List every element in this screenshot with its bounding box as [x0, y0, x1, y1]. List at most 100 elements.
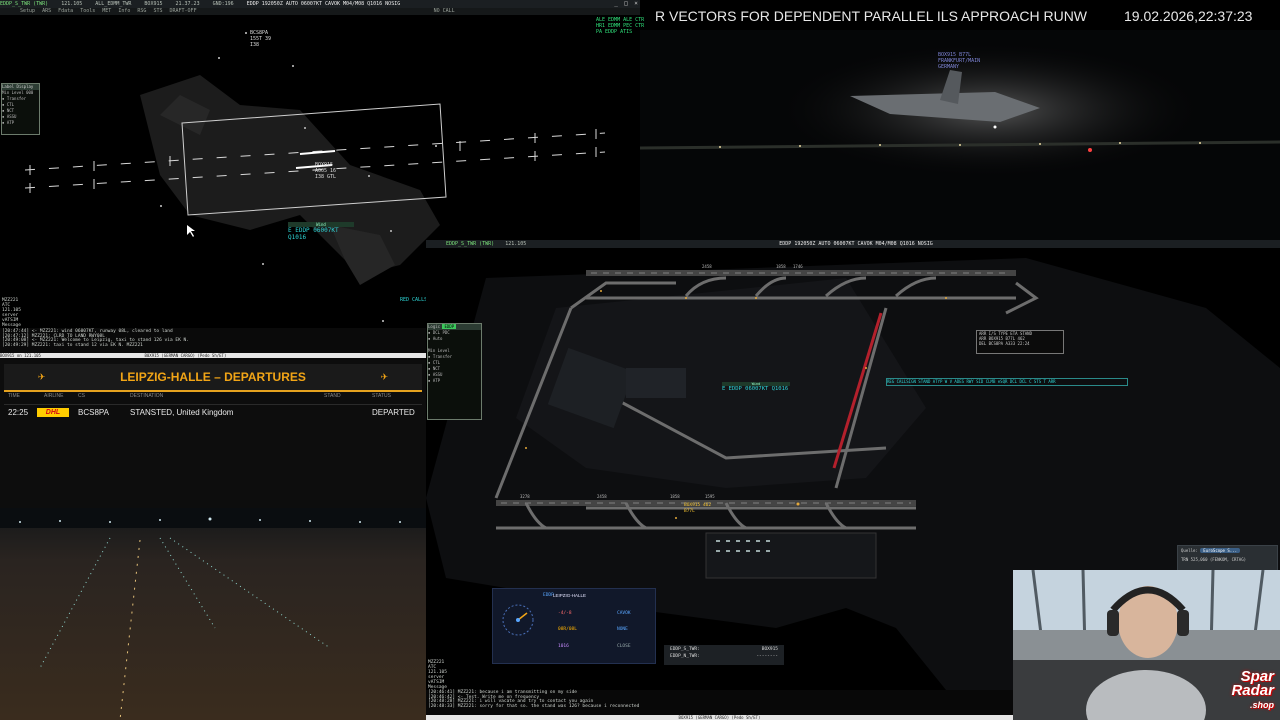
filter-label: NCT: [6, 108, 15, 113]
message-log-left: [20:47:44] <- MZZ221: wind 06007KT, runw…: [0, 328, 426, 360]
col-airline: AIRLINE: [44, 393, 64, 399]
ground-freq: 121.105: [505, 241, 527, 247]
logic-label: Min Level: [428, 348, 450, 353]
menu-ars[interactable]: ARS: [42, 8, 51, 14]
menu-fdata[interactable]: Fdata: [58, 8, 73, 14]
maximize-icon[interactable]: □: [622, 0, 630, 8]
message-line: [20:48:33] MZZ221: sorry for that so. th…: [428, 703, 640, 709]
source-label: Quelle:: [1181, 548, 1198, 553]
status-value: --------: [756, 654, 778, 659]
ops-visibility: CAVOK: [617, 611, 631, 616]
time-readout: 21.37.23: [175, 1, 200, 7]
metar-readout: EDDP 192050Z AUTO 06007KT CAVOK M04/M08 …: [246, 1, 401, 7]
frequency: 121.105: [61, 1, 83, 7]
message-line: [20:49:29] MZZ221: taxi to stand 12 via …: [2, 343, 143, 349]
airport-ops-panel: EDDP LEIPZIG-HALLE -4/-8 08R/08L 1016 CA…: [492, 588, 656, 664]
aircraft-type: B77L: [684, 509, 695, 514]
flight-strip-bay[interactable]: ARR I/S TYPE ETA STAND ARR BOX915 B77L 4…: [976, 330, 1064, 354]
filter-label: CTL: [6, 102, 15, 107]
filter-label: ATP: [6, 120, 15, 125]
close-icon[interactable]: ×: [632, 0, 640, 8]
video-aircraft-tag: BOX915 B77L FRANKFURT/MAIN GERMANY: [938, 52, 980, 70]
menu-info[interactable]: Info: [118, 8, 130, 14]
logic-label: ATP: [432, 378, 441, 383]
rwy-dist-label: 1595: [705, 494, 715, 499]
atc-info-left: MZZ221 ATC 121.105 server vATSIM Message: [2, 298, 21, 328]
rwy-dist-label: 2458: [702, 264, 712, 269]
ground-aircraft-label[interactable]: BOX915 462 B77L: [684, 503, 711, 515]
ops-qnh: 1016: [558, 644, 569, 649]
metar-text: E EDDP 06007KT Q1016: [722, 386, 789, 392]
label-display-panel: Label Display Min Level 000 ▪ Transfer ▪…: [1, 83, 40, 135]
runway-camera: [0, 508, 426, 720]
news-ticker: R VECTORS FOR DEPENDENT PARALLEL ILS APP…: [655, 8, 1088, 24]
ground-metar: EDDP 192050Z AUTO 06007KT CAVOK M04/M08 …: [779, 241, 933, 247]
logic-label: CTL: [432, 360, 441, 365]
filter-label: ASSU: [6, 114, 17, 119]
logic-item-atp[interactable]: ▪ ATP: [428, 378, 481, 384]
rwy-dist-label: 1858: [776, 264, 786, 269]
no-call[interactable]: NO CALL: [434, 8, 455, 14]
dep-status: DEPARTED: [372, 408, 415, 417]
watermark-line: .shop: [1250, 700, 1274, 710]
menu-sts[interactable]: STS: [153, 8, 162, 14]
minimize-icon[interactable]: _: [612, 0, 620, 8]
wind-dial-icon: [502, 604, 534, 636]
logic-label: DCL PDC: [432, 330, 450, 335]
date-clock: 19.02.2026,22:37:23: [1124, 8, 1253, 24]
divider: [4, 404, 422, 405]
atis-station: ALL_EDMM_TWR: [95, 1, 132, 7]
departures-board: ✈ LEIPZIG-HALLE – DEPARTURES ✈ TIME AIRL…: [0, 360, 426, 508]
red-calls-left[interactable]: RED CALLS: [400, 297, 427, 303]
radar-menu-bar: Setup ARS Fdata Tools MET Info RSG STS D…: [0, 8, 640, 15]
ground-sector[interactable]: EDDP_S_TWR (TWR): [446, 241, 494, 247]
radar-top-bar: EDDP_S_TWR (TWR) 121.105 ALL_EDMM_TWR BO…: [0, 0, 640, 8]
selected-aircraft[interactable]: BOX915: [144, 1, 162, 7]
message-log-bottom: [20:46:41] MZZ221: because i am transmit…: [426, 690, 1013, 720]
dep-destination: STANSTED, United Kingdom: [130, 408, 234, 417]
menu-setup[interactable]: Setup: [20, 8, 35, 14]
col-stand: STAND: [324, 393, 341, 399]
status-label: EDDP_N_TWR:: [670, 654, 700, 659]
sector-name[interactable]: EDDP_S_TWR (TWR): [0, 1, 48, 7]
menu-met[interactable]: MET: [102, 8, 111, 14]
strip-row[interactable]: DEL BCS8PA A333 22:24: [977, 341, 1063, 346]
logic-label: Transfer: [432, 354, 453, 359]
dep-time: 22:25: [8, 408, 29, 417]
logic-item-auto[interactable]: ▪ Auto: [428, 336, 481, 342]
source-box: Quelle: EuroScope S... TRN 525,060 (FENK…: [1177, 545, 1278, 572]
ops-close[interactable]: CLOSE: [617, 644, 631, 649]
atc-info-bottom: MZZ221 ATC 121.105 server vATSIM Message: [428, 660, 447, 690]
streamer-webcam: Spar Radar .shop: [1013, 570, 1280, 720]
controller-status-box: EDDP_S_TWR: BOX915 EDDP_N_TWR: --------: [664, 645, 784, 665]
logic-label: NCT: [432, 366, 441, 371]
rwy-dist-label: 2458: [597, 494, 607, 499]
departure-list-header[interactable]: REG CALLSIGN STAND ATYP W V ADES RWY SID…: [886, 378, 1128, 386]
ground-top-bar: EDDP_S_TWR (TWR) 121.105 EDDP 192050Z AU…: [426, 240, 1280, 248]
menu-draft[interactable]: DRAFT-OFF: [169, 8, 196, 14]
filter-atp[interactable]: ▪ ATP: [2, 120, 39, 126]
dep-callsign: BCS8PA: [78, 408, 109, 417]
status-label: EDDP_S_TWR:: [670, 647, 700, 652]
status-value: BOX915: [761, 647, 778, 652]
message-input-bottom[interactable]: BOX915 (GERMAN CARGO) (Pedo Sh/ET): [426, 715, 1013, 720]
rwy-dist-label: 1858: [670, 494, 680, 499]
col-status: STATUS: [372, 393, 391, 399]
tag-line: GERMANY: [938, 64, 960, 70]
message-input-left[interactable]: BOX915 on 121.105 B0X915 (GERMAN CARGO) …: [0, 353, 426, 358]
logic-label: Auto: [432, 336, 443, 341]
logic-panel: Logic EDDP ▪ DCL PDC ▪ Auto Min Level ▪ …: [427, 323, 482, 420]
logic-label: ASSU: [432, 372, 443, 377]
menu-tools[interactable]: Tools: [80, 8, 95, 14]
ops-runways: 08R/08L: [558, 627, 577, 632]
aircraft-label-bcs8pa[interactable]: BCS8PA 155T 39 I38: [250, 30, 271, 48]
aircraft-label-box915[interactable]: BOX915 A005 16 I38 GTL: [315, 162, 336, 180]
gnd-readout: GND:196: [212, 1, 234, 7]
col-time: TIME: [8, 393, 20, 399]
menu-rsg[interactable]: RSG: [137, 8, 146, 14]
ground-speed: I38 GTL: [315, 174, 337, 180]
source-text: TRN 525,060 (FENKOM, CRTAG): [1181, 557, 1247, 562]
rwy-dist-label: 3278: [520, 494, 530, 499]
source-button[interactable]: EuroScope S...: [1200, 548, 1240, 553]
rwy-dist-label: 1746: [793, 264, 803, 269]
